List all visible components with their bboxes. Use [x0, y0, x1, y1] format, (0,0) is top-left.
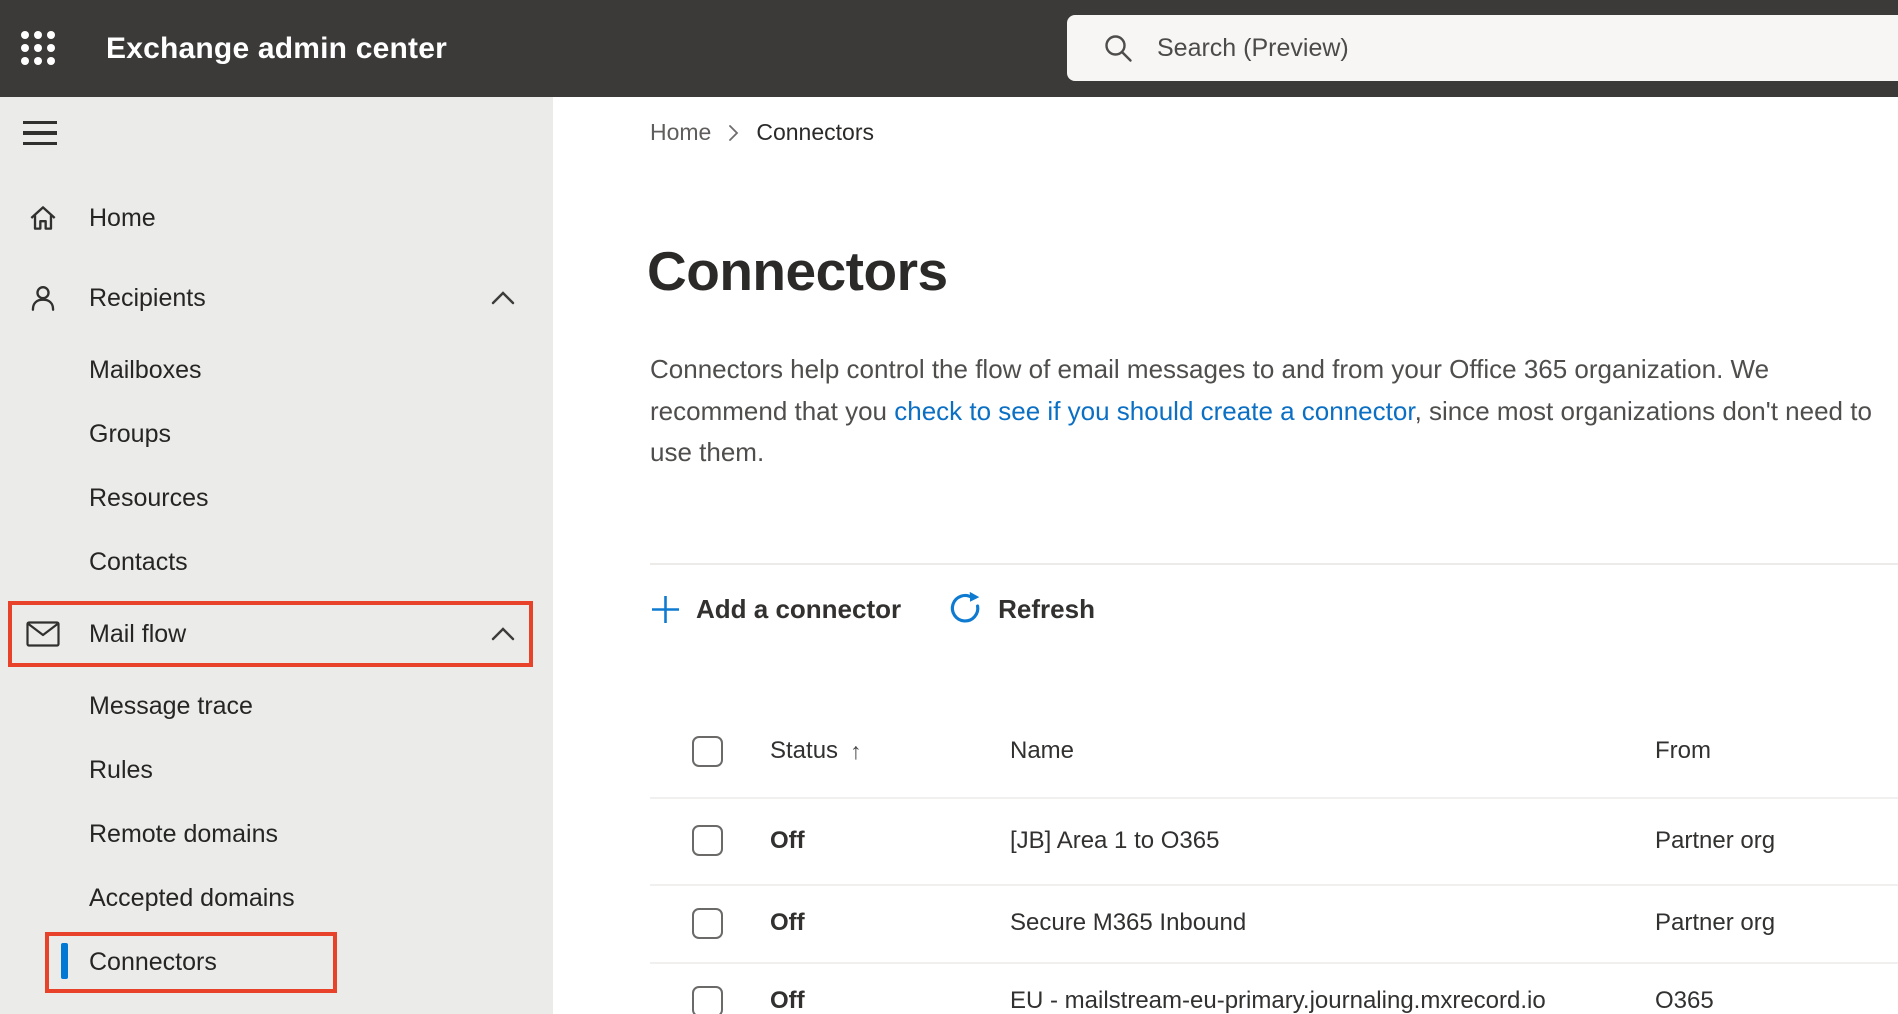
column-header-name[interactable]: Name	[1010, 737, 1074, 765]
left-navigation: Home Recipients Mailboxes Groups Resourc…	[0, 97, 553, 1014]
connector-name[interactable]: [JB] Area 1 to O365	[1010, 827, 1219, 855]
chevron-right-icon	[728, 124, 739, 142]
row-checkbox[interactable]	[692, 907, 723, 939]
sidebar-item-remote-domains[interactable]: Remote domains	[0, 802, 553, 866]
search-input[interactable]	[1067, 15, 1898, 81]
sidebar-item-mail-flow[interactable]: Mail flow	[0, 594, 553, 674]
sidebar-item-label: Recipients	[89, 283, 206, 312]
breadcrumb-home-link[interactable]: Home	[650, 119, 711, 146]
waffle-icon	[21, 31, 55, 65]
sidebar-item-rules[interactable]: Rules	[0, 738, 553, 802]
row-checkbox[interactable]	[692, 985, 723, 1014]
home-icon	[26, 201, 60, 235]
selected-indicator-bar	[61, 943, 68, 979]
sidebar-item-connectors[interactable]: Connectors	[0, 930, 553, 994]
table-row[interactable]: Off EU - mailstream-eu-primary.journalin…	[650, 962, 1898, 1014]
main-content: Home Connectors Connectors Connectors he…	[553, 97, 1898, 1014]
add-connector-label: Add a connector	[696, 593, 902, 624]
sidebar-item-resources[interactable]: Resources	[0, 466, 553, 530]
connector-status: Off	[770, 909, 805, 936]
app-launcher-button[interactable]	[12, 22, 64, 74]
chevron-up-icon[interactable]	[491, 291, 515, 305]
sort-ascending-icon[interactable]: ↑	[850, 738, 862, 765]
search-box[interactable]	[1067, 15, 1898, 81]
page-title: Connectors	[647, 240, 948, 302]
connector-status: Off	[770, 987, 805, 1014]
top-app-bar: Exchange admin center	[0, 0, 1898, 97]
page-description: Connectors help control the flow of emai…	[650, 349, 1890, 474]
sidebar-item-accepted-domains[interactable]: Accepted domains	[0, 866, 553, 930]
connector-name[interactable]: EU - mailstream-eu-primary.journaling.mx…	[1010, 987, 1546, 1014]
envelope-icon	[26, 617, 60, 651]
add-connector-button[interactable]: Add a connector	[650, 594, 901, 625]
sidebar-item-message-trace[interactable]: Message trace	[0, 674, 553, 738]
chevron-up-icon[interactable]	[491, 627, 515, 641]
nav-collapse-button[interactable]	[20, 111, 64, 155]
refresh-button[interactable]: Refresh	[947, 591, 1095, 627]
hamburger-icon	[23, 120, 57, 125]
connector-from: Partner org	[1655, 909, 1776, 936]
table-header-row: Status ↑ Name From	[650, 705, 1898, 799]
refresh-label: Refresh	[998, 593, 1095, 624]
person-icon	[26, 281, 60, 315]
sidebar-item-contacts[interactable]: Contacts	[0, 530, 553, 594]
sidebar-item-recipients[interactable]: Recipients	[0, 258, 553, 338]
sidebar-item-label: Mail flow	[89, 619, 187, 648]
breadcrumb: Home Connectors	[650, 119, 874, 146]
connector-status: Off	[770, 826, 805, 854]
column-header-status[interactable]: Status	[770, 737, 838, 765]
sidebar-item-label: Home	[89, 203, 156, 232]
connector-name[interactable]: Secure M365 Inbound	[1010, 909, 1246, 937]
table-row[interactable]: Off Secure M365 Inbound Partner org	[650, 884, 1898, 964]
sidebar-item-mailboxes[interactable]: Mailboxes	[0, 338, 553, 402]
column-header-from[interactable]: From	[1655, 737, 1711, 765]
refresh-icon	[950, 591, 980, 623]
breadcrumb-current: Connectors	[756, 119, 874, 145]
create-connector-check-link[interactable]: check to see if you should create a conn…	[894, 396, 1414, 426]
select-all-checkbox[interactable]	[692, 735, 723, 767]
row-checkbox[interactable]	[692, 825, 723, 856]
plus-icon	[652, 595, 679, 623]
command-bar: Add a connector Refresh	[650, 563, 1898, 627]
app-title: Exchange admin center	[106, 31, 447, 65]
connector-from: Partner org	[1655, 826, 1776, 854]
connector-from: O365	[1655, 987, 1714, 1014]
sidebar-item-groups[interactable]: Groups	[0, 402, 553, 466]
sidebar-item-home[interactable]: Home	[0, 178, 553, 258]
table-row[interactable]: Off [JB] Area 1 to O365 Partner org	[650, 797, 1898, 886]
